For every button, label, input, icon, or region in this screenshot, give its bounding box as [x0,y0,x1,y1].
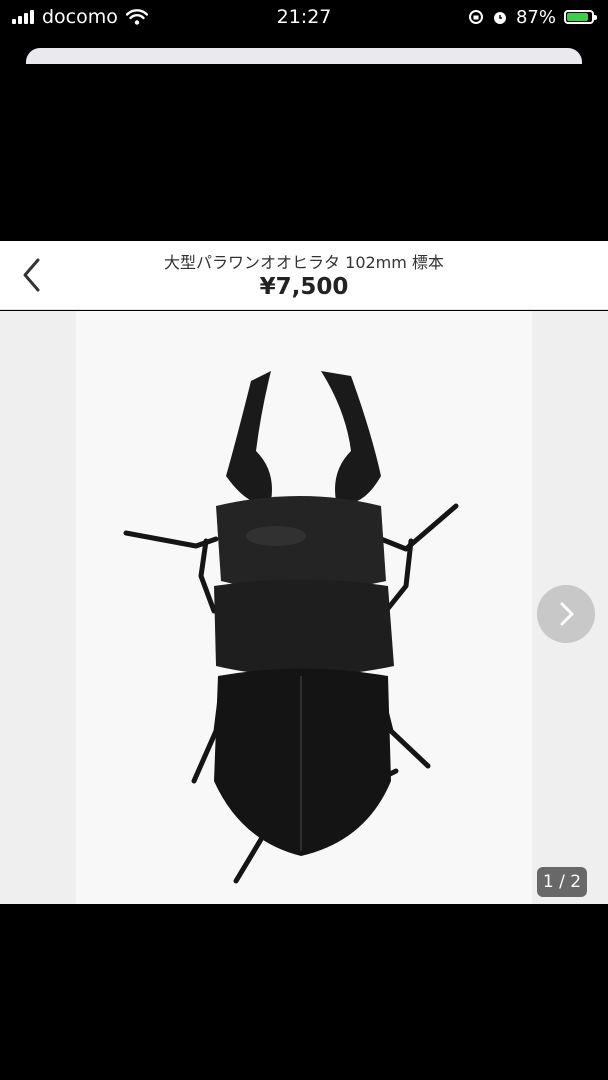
stag-beetle-image [123,371,459,884]
status-right: 87% [468,6,597,28]
blank-area [0,64,608,240]
chevron-right-icon [560,602,574,626]
battery-icon [564,10,597,24]
alarm-icon [493,12,506,24]
orientation-lock-icon [468,10,483,24]
item-price: ¥7,500 [259,274,349,300]
listing-header: 大型パラワンオオヒラタ 102mm 標本 ¥7,500 [0,241,608,310]
status-bar: docomo 21:27 87% [0,0,608,34]
battery-percent: 87% [515,6,556,28]
image-counter: 1 / 2 [537,867,587,897]
image-gallery: 1 / 2 [0,311,608,904]
item-title: 大型パラワンオオヒラタ 102mm 標本 [164,253,444,272]
product-photo[interactable] [76,311,532,904]
next-image-button[interactable] [537,585,595,643]
